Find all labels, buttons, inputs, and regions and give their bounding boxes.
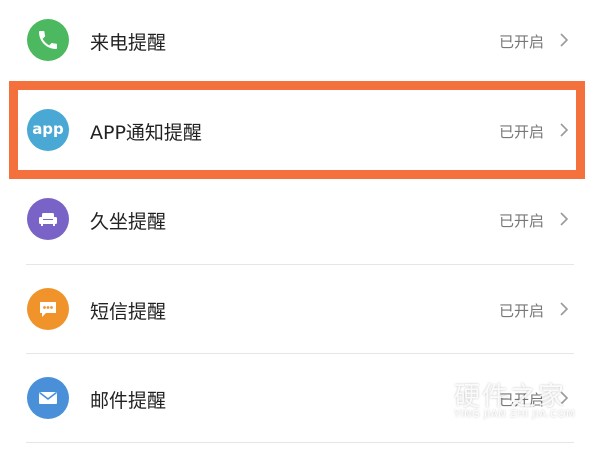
chevron-right-icon (560, 391, 569, 405)
app-icon-text: app (32, 120, 64, 138)
list-item-call-reminder[interactable]: 来电提醒 已开启 (0, 0, 600, 85)
item-status: 已开启 (498, 212, 544, 230)
item-label: 来电提醒 (90, 32, 167, 54)
message-icon (27, 288, 69, 330)
item-label: 邮件提醒 (90, 390, 167, 412)
notification-settings-page: 来电提醒 已开启 app APP通知提醒 已开启 久坐提醒 已开启 短信提醒 已… (0, 0, 600, 450)
item-status: 已开启 (498, 33, 544, 51)
item-label: APP通知提醒 (90, 122, 202, 144)
chevron-right-icon (560, 33, 569, 47)
list-item-sedentary-reminder[interactable]: 久坐提醒 已开启 (0, 175, 600, 264)
chevron-right-icon (560, 302, 569, 316)
item-status: 已开启 (498, 302, 544, 320)
item-status: 已开启 (498, 123, 544, 141)
mail-icon (27, 377, 69, 419)
item-label: 久坐提醒 (90, 211, 167, 233)
chevron-right-icon (560, 123, 569, 137)
list-item-app-notification[interactable]: app APP通知提醒 已开启 (0, 85, 600, 174)
sofa-icon (27, 198, 69, 240)
list-item-mail-reminder[interactable]: 邮件提醒 已开启 (0, 354, 600, 443)
list-item-sms-reminder[interactable]: 短信提醒 已开启 (0, 265, 600, 354)
app-icon: app (27, 109, 69, 151)
phone-icon (27, 19, 69, 61)
item-status: 已开启 (498, 391, 544, 409)
divider (26, 442, 574, 443)
item-label: 短信提醒 (90, 301, 167, 323)
chevron-right-icon (560, 212, 569, 226)
